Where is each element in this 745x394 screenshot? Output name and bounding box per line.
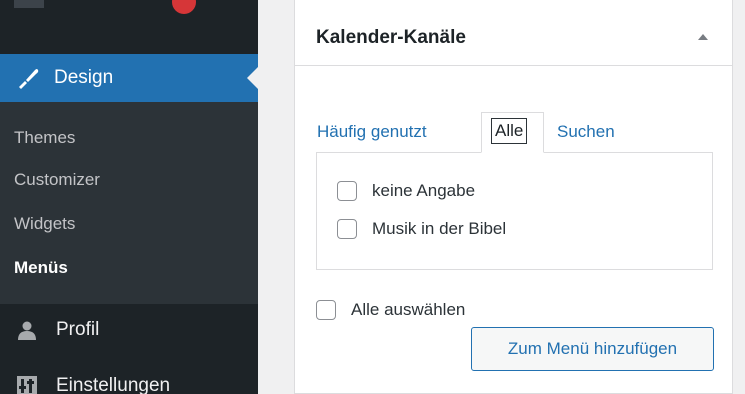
admin-sidebar: Design Themes Customizer Widgets Menüs P…	[0, 0, 258, 394]
sidebar-item-label: Profil	[56, 319, 100, 340]
submenu-widgets[interactable]: Widgets	[0, 202, 258, 246]
channels-list-box: keine Angabe Musik in der Bibel	[316, 152, 713, 270]
tab-all[interactable]: Alle	[481, 112, 544, 153]
panel-tabs: Häufig genutzt Alle Suchen	[316, 112, 716, 153]
select-all-checkbox[interactable]	[316, 300, 336, 320]
channel-checkbox[interactable]	[337, 181, 357, 201]
tab-all-label: Alle	[491, 118, 528, 144]
collapse-up-icon[interactable]	[698, 34, 708, 40]
tab-most-used[interactable]: Häufig genutzt	[317, 122, 427, 142]
submenu-menus[interactable]: Menüs	[0, 246, 258, 290]
channel-item[interactable]: Musik in der Bibel	[337, 219, 506, 239]
sidebar-item-label: Einstellungen	[56, 375, 171, 394]
select-all-label: Alle auswählen	[351, 300, 466, 319]
current-menu-arrow	[247, 67, 258, 89]
select-all[interactable]: Alle auswählen	[316, 300, 465, 320]
design-submenu: Themes Customizer Widgets Menüs	[0, 102, 258, 304]
add-to-menu-button[interactable]: Zum Menü hinzufügen	[471, 327, 714, 371]
calendar-channels-panel: Kalender-Kanäle Häufig genutzt Alle Such…	[294, 0, 733, 394]
tab-search[interactable]: Suchen	[557, 122, 615, 142]
panel-header[interactable]: Kalender-Kanäle	[295, 0, 732, 66]
submenu-themes[interactable]: Themes	[0, 118, 258, 158]
panel-title: Kalender-Kanäle	[316, 27, 466, 48]
channel-item[interactable]: keine Angabe	[337, 181, 475, 201]
submenu-customizer[interactable]: Customizer	[0, 158, 258, 202]
sidebar-item-einstellungen[interactable]: Einstellungen	[0, 362, 258, 394]
menu-icon-partial	[14, 0, 44, 8]
sidebar-item-profil[interactable]: Profil	[0, 306, 258, 354]
sidebar-top-item[interactable]	[0, 0, 258, 54]
channel-checkbox[interactable]	[337, 219, 357, 239]
paintbrush-icon	[16, 66, 40, 90]
settings-icon	[16, 375, 38, 394]
channel-label: keine Angabe	[372, 181, 476, 200]
sidebar-item-design[interactable]: Design	[0, 54, 258, 102]
notification-badge	[172, 0, 196, 14]
user-icon	[16, 319, 38, 341]
channel-label: Musik in der Bibel	[372, 219, 507, 238]
sidebar-item-label: Design	[54, 67, 114, 88]
